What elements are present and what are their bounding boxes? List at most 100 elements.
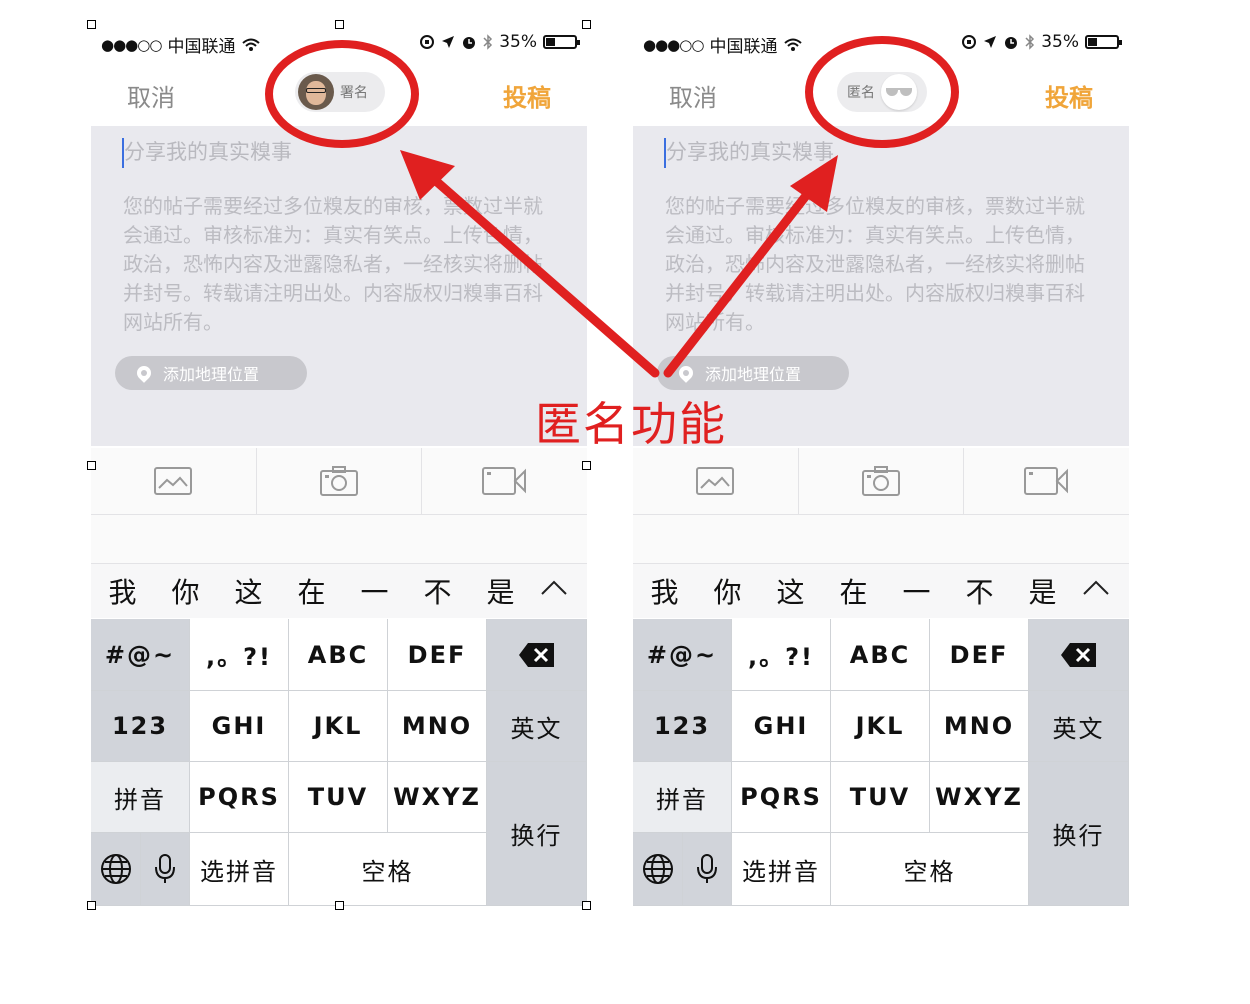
anonymous-toggle-signed[interactable]: 署名: [295, 72, 385, 112]
resize-handle[interactable]: [87, 461, 96, 470]
key-english[interactable]: 英文: [1029, 691, 1129, 762]
candidate-word[interactable]: 你: [154, 571, 217, 611]
signal-dots: ●●●○○: [643, 35, 704, 54]
candidate-word[interactable]: 不: [406, 571, 469, 611]
resize-handle[interactable]: [335, 20, 344, 29]
resize-handle[interactable]: [582, 461, 591, 470]
add-location-label: 添加地理位置: [705, 365, 802, 384]
video-button[interactable]: [422, 448, 587, 514]
candidate-word[interactable]: 是: [1011, 571, 1074, 611]
key-tuv[interactable]: TUV: [831, 762, 930, 833]
globe-icon: [642, 854, 673, 884]
delete-icon: [518, 642, 554, 667]
delete-icon: [1060, 642, 1096, 667]
key-pqrs[interactable]: PQRS: [190, 762, 289, 833]
add-location-button[interactable]: 添加地理位置: [115, 356, 307, 390]
key-wxyz[interactable]: WXYZ: [930, 762, 1029, 833]
key-jkl[interactable]: JKL: [289, 691, 388, 762]
key-pqrs[interactable]: PQRS: [732, 762, 831, 833]
location-arrow-icon: [984, 36, 997, 48]
resize-handle[interactable]: [335, 901, 344, 910]
orientation-lock-icon: [962, 35, 977, 49]
candidate-word[interactable]: 我: [633, 571, 696, 611]
delete-key[interactable]: [1029, 619, 1129, 691]
resize-handle[interactable]: [87, 20, 96, 29]
map-pin-icon: [676, 363, 696, 383]
camera-icon: [320, 466, 358, 496]
camera-icon: [862, 466, 900, 496]
chevron-up-icon[interactable]: [1081, 578, 1111, 598]
camera-button[interactable]: [798, 448, 965, 514]
key-pinyin[interactable]: 拼音: [633, 762, 732, 833]
submit-button[interactable]: 投稿: [1045, 78, 1093, 113]
candidate-word[interactable]: 不: [948, 571, 1011, 611]
bluetooth-icon: [1025, 34, 1035, 50]
key-123[interactable]: 123: [91, 691, 190, 762]
key-english[interactable]: 英文: [487, 691, 587, 762]
cancel-button[interactable]: 取消: [127, 78, 175, 113]
key-pinyin[interactable]: 拼音: [91, 762, 190, 833]
key-select-pinyin[interactable]: 选拼音: [190, 833, 289, 906]
submit-button[interactable]: 投稿: [503, 78, 551, 113]
key-symbols[interactable]: #@~: [91, 619, 190, 691]
wifi-icon: [784, 38, 803, 51]
key-ghi[interactable]: GHI: [190, 691, 289, 762]
key-punct[interactable]: ,。?!: [732, 619, 831, 691]
candidate-word[interactable]: 你: [696, 571, 759, 611]
resize-handle[interactable]: [582, 20, 591, 29]
key-jkl[interactable]: JKL: [831, 691, 930, 762]
video-icon: [1023, 467, 1068, 495]
space-key[interactable]: 空格: [831, 833, 1029, 906]
candidate-word[interactable]: 在: [280, 571, 343, 611]
candidate-word[interactable]: 在: [822, 571, 885, 611]
globe-key[interactable]: [633, 833, 683, 906]
microphone-key[interactable]: [683, 833, 732, 906]
image-button[interactable]: [633, 448, 799, 514]
candidate-word[interactable]: 一: [885, 571, 948, 611]
image-button[interactable]: [91, 448, 257, 514]
candidate-word[interactable]: 这: [759, 571, 822, 611]
delete-key[interactable]: [487, 619, 587, 691]
add-location-button[interactable]: 添加地理位置: [657, 356, 849, 390]
microphone-icon: [155, 854, 175, 883]
key-ghi[interactable]: GHI: [732, 691, 831, 762]
key-abc[interactable]: ABC: [289, 619, 388, 691]
camera-button[interactable]: [256, 448, 423, 514]
resize-handle[interactable]: [582, 901, 591, 910]
battery-percent: 35%: [499, 32, 537, 52]
candidate-word[interactable]: 这: [217, 571, 280, 611]
video-button[interactable]: [964, 448, 1129, 514]
battery-icon: [1085, 35, 1122, 49]
location-arrow-icon: [442, 36, 455, 48]
key-wxyz[interactable]: WXYZ: [388, 762, 487, 833]
cancel-button[interactable]: 取消: [669, 78, 717, 113]
key-123[interactable]: 123: [633, 691, 732, 762]
chevron-up-icon[interactable]: [539, 578, 569, 598]
key-symbols[interactable]: #@~: [633, 619, 732, 691]
key-abc[interactable]: ABC: [831, 619, 930, 691]
candidate-word[interactable]: 一: [343, 571, 406, 611]
key-def[interactable]: DEF: [930, 619, 1029, 691]
annotation-label: 匿名功能: [535, 397, 727, 451]
phone-screen-anonymous: ●●●○○ 中国联通 35% 取消 匿名 投稿 分享我的真实糗事 您的帖子需要经…: [633, 22, 1129, 906]
phone-screen-signed: ●●●○○ 中国联通 35% 取消 署名 投稿 分享我的真实糗事 您的帖子需要经…: [91, 22, 587, 906]
compose-area[interactable]: 分享我的真实糗事 您的帖子需要经过多位糗友的审核，票数过半就会通过。审核标准为：…: [91, 126, 587, 446]
key-tuv[interactable]: TUV: [289, 762, 388, 833]
globe-key[interactable]: [91, 833, 141, 906]
nav-bar: 取消 署名 投稿: [91, 62, 587, 124]
candidate-word[interactable]: 是: [469, 571, 532, 611]
return-key[interactable]: 换行: [1029, 762, 1129, 906]
key-select-pinyin[interactable]: 选拼音: [732, 833, 831, 906]
key-mno[interactable]: MNO: [388, 691, 487, 762]
anonymous-toggle-on[interactable]: 匿名: [837, 72, 927, 112]
candidate-bar: 我 你 这 在 一 不 是: [91, 564, 587, 618]
candidate-word[interactable]: 我: [91, 571, 154, 611]
space-key[interactable]: 空格: [289, 833, 487, 906]
microphone-key[interactable]: [141, 833, 190, 906]
key-def[interactable]: DEF: [388, 619, 487, 691]
return-key[interactable]: 换行: [487, 762, 587, 906]
resize-handle[interactable]: [87, 901, 96, 910]
keyboard: #@~ ,。?! ABC DEF 123 GHI JKL MNO 英文 拼音 P…: [633, 619, 1129, 906]
key-punct[interactable]: ,。?!: [190, 619, 289, 691]
key-mno[interactable]: MNO: [930, 691, 1029, 762]
